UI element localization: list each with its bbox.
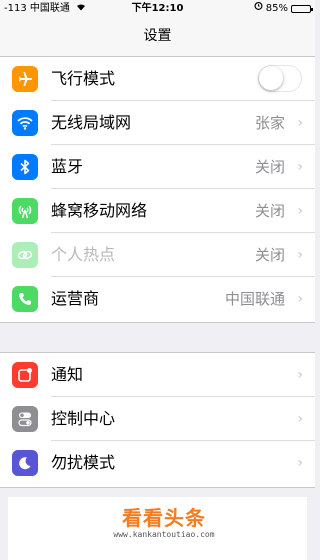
settings-group-system: 通知 › 控制中心 › 勿扰模式 › xyxy=(0,352,315,488)
row-personal-hotspot[interactable]: 个人热点 关闭 › xyxy=(0,233,315,277)
row-value: 张家 xyxy=(254,114,285,132)
status-bar: -113 中国联通 下午12:10 85% xyxy=(0,0,315,17)
chevron-right-icon: › xyxy=(297,115,303,131)
row-do-not-disturb[interactable]: 勿扰模式 › xyxy=(0,441,315,485)
airplane-mode-toggle[interactable] xyxy=(258,65,302,92)
row-label: 个人热点 xyxy=(51,245,116,264)
row-notifications[interactable]: 通知 › xyxy=(0,353,315,397)
chevron-right-icon: › xyxy=(297,411,303,427)
row-airplane-mode: 飞行模式 xyxy=(0,57,315,101)
control-center-icon xyxy=(12,406,38,432)
phone-icon xyxy=(12,286,38,312)
chevron-right-icon: › xyxy=(297,291,303,307)
toggle-knob xyxy=(259,66,283,90)
row-value: 中国联通 xyxy=(224,290,285,308)
watermark: 看看头条 www.kankantoutiao.com xyxy=(84,507,244,541)
chevron-right-icon: › xyxy=(297,455,303,471)
row-label: 飞行模式 xyxy=(51,69,116,88)
watermark-url: www.kankantoutiao.com xyxy=(113,530,215,539)
row-label: 通知 xyxy=(51,365,84,384)
watermark-title: 看看头条 xyxy=(122,506,206,530)
chevron-right-icon: › xyxy=(297,159,303,175)
bluetooth-icon xyxy=(12,154,38,180)
row-carrier[interactable]: 运营商 中国联通 › xyxy=(0,277,315,321)
battery-percent: 85% xyxy=(265,3,288,14)
row-label: 无线局域网 xyxy=(51,113,132,132)
row-cellular[interactable]: 蜂窝移动网络 关闭 › xyxy=(0,189,315,233)
row-bluetooth[interactable]: 蓝牙 关闭 › xyxy=(0,145,315,189)
airplane-icon xyxy=(12,66,38,92)
page-title: 设置 xyxy=(143,28,172,44)
settings-group-connectivity: 飞行模式 无线局域网 张家 › 蓝牙 关闭 › 蜂窝移动网络 关闭 › 个人热点… xyxy=(0,56,315,323)
chevron-right-icon: › xyxy=(297,367,303,383)
row-wifi[interactable]: 无线局域网 张家 › xyxy=(0,101,315,145)
row-label: 控制中心 xyxy=(51,409,116,428)
chevron-right-icon: › xyxy=(297,203,303,219)
chevron-right-icon: › xyxy=(297,247,303,263)
battery-icon xyxy=(291,4,313,13)
hotspot-link-icon xyxy=(12,242,38,268)
row-value: 关闭 xyxy=(254,158,285,176)
row-control-center[interactable]: 控制中心 › xyxy=(0,397,315,441)
wifi-icon xyxy=(12,110,38,136)
row-value: 关闭 xyxy=(254,246,285,264)
row-value: 关闭 xyxy=(254,202,285,220)
antenna-icon xyxy=(12,198,38,224)
status-right: 85% xyxy=(254,0,313,17)
nav-bar: 设置 xyxy=(0,17,315,57)
alarm-icon xyxy=(254,0,263,17)
row-label: 运营商 xyxy=(51,289,100,308)
row-label: 蜂窝移动网络 xyxy=(51,201,148,220)
moon-icon xyxy=(12,450,38,476)
row-label: 蓝牙 xyxy=(51,157,84,176)
row-label: 勿扰模式 xyxy=(51,453,116,472)
notifications-icon xyxy=(12,362,38,388)
